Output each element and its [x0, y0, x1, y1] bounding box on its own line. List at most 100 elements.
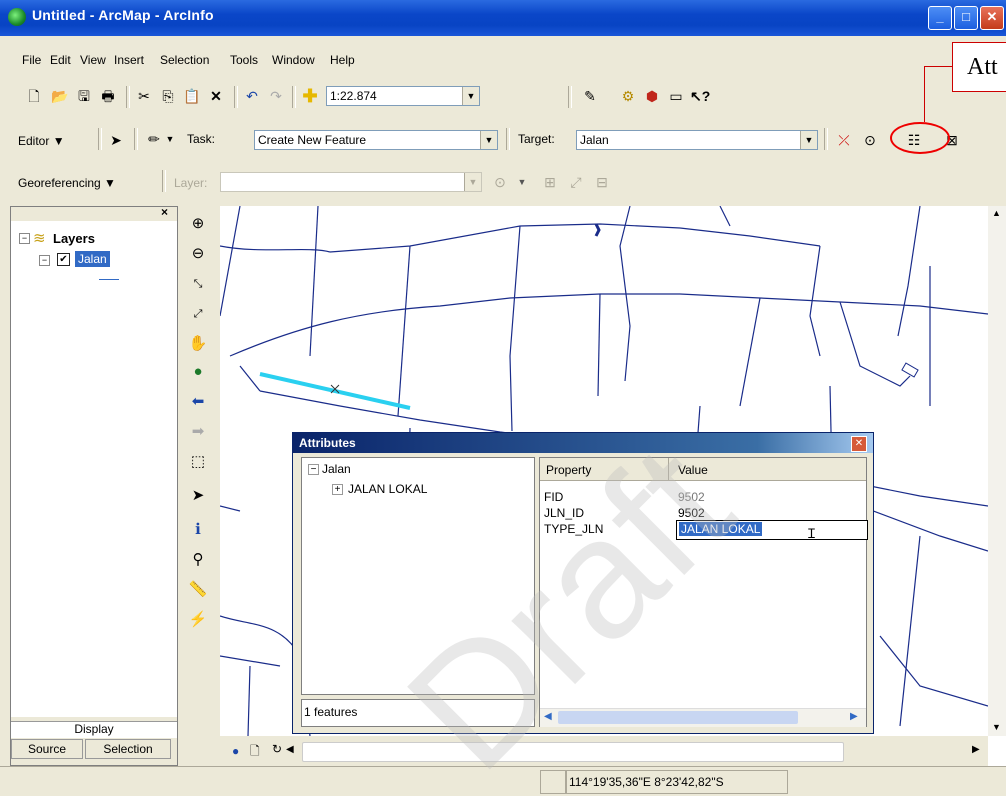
- layer-combo[interactable]: ▼: [220, 172, 482, 192]
- arctoolbox-icon[interactable]: ⬢: [642, 86, 662, 106]
- close-button[interactable]: ✕: [980, 6, 1004, 30]
- paste-icon[interactable]: 📋: [182, 86, 202, 106]
- editor-menu[interactable]: Editor ▼: [18, 134, 65, 148]
- expand-icon[interactable]: +: [332, 484, 343, 495]
- scroll-left-icon[interactable]: ◀: [544, 711, 552, 722]
- measure-icon[interactable]: 📏: [188, 580, 208, 600]
- grid-horizontal-scrollbar[interactable]: ◀ ▶: [540, 708, 866, 727]
- target-value: Jalan: [580, 133, 609, 147]
- layer-visibility-checkbox[interactable]: ✔: [57, 253, 70, 266]
- forward-arrow-icon[interactable]: ➡: [188, 422, 208, 442]
- undo-icon[interactable]: ↶: [242, 86, 262, 106]
- select-elements-icon[interactable]: ➤: [188, 486, 208, 506]
- task-label: Task:: [187, 132, 216, 146]
- close-icon[interactable]: ✕: [851, 436, 867, 452]
- copy-icon[interactable]: ⎘: [158, 86, 178, 106]
- toc-layer-jalan[interactable]: Jalan: [75, 251, 110, 267]
- full-extent-icon[interactable]: ●: [188, 362, 208, 382]
- map-scale-value: 1:22.874: [330, 89, 377, 103]
- add-control-points-icon[interactable]: ⤢: [566, 172, 586, 192]
- scroll-down-icon[interactable]: ▼: [992, 722, 1001, 732]
- scroll-left-icon[interactable]: ◀: [286, 744, 294, 755]
- chevron-down-icon[interactable]: ▼: [480, 131, 497, 149]
- toc-root-layers[interactable]: Layers: [53, 231, 95, 246]
- fixed-zoom-in-icon[interactable]: ⤡: [188, 274, 208, 294]
- chevron-down-icon[interactable]: ▼: [512, 172, 532, 192]
- menu-selection[interactable]: Selection: [160, 53, 209, 67]
- cut-icon[interactable]: ✂: [134, 86, 154, 106]
- hyperlink-icon[interactable]: ⚡: [188, 610, 208, 630]
- new-document-icon[interactable]: 🗋: [24, 86, 44, 106]
- menu-window[interactable]: Window: [272, 53, 315, 67]
- map-scale-combo[interactable]: 1:22.874 ▼: [326, 86, 480, 106]
- zoom-in-icon[interactable]: ⊕: [188, 214, 208, 234]
- tree-child[interactable]: JALAN LOKAL: [348, 482, 427, 496]
- open-folder-icon[interactable]: 📂: [50, 86, 70, 106]
- chevron-down-icon[interactable]: ▼: [800, 131, 817, 149]
- refresh-icon[interactable]: ↻: [272, 742, 282, 756]
- scroll-right-icon[interactable]: ▶: [972, 744, 980, 755]
- whats-this-help-icon[interactable]: ↖?: [690, 86, 710, 106]
- identify-icon[interactable]: ℹ: [188, 520, 208, 540]
- georeferencing-menu[interactable]: Georeferencing ▼: [18, 176, 116, 190]
- map-vertical-scrollbar[interactable]: ▲ ▼: [988, 206, 1006, 736]
- sketch-tool-dropdown-icon[interactable]: ▼: [160, 129, 180, 149]
- menu-view[interactable]: View: [80, 53, 106, 67]
- grid-header: Property Value: [540, 458, 866, 481]
- print-icon[interactable]: 🖶: [98, 86, 118, 106]
- horizontal-scroll-thumb[interactable]: [302, 742, 844, 762]
- layout-view-icon[interactable]: 🗋: [250, 742, 260, 763]
- value-edit-field[interactable]: JALAN LOKAL Ｉ: [676, 520, 868, 541]
- maximize-button[interactable]: □: [954, 6, 978, 30]
- rotate-tool-icon[interactable]: ⊙: [860, 130, 880, 150]
- task-combo[interactable]: Create New Feature ▼: [254, 130, 498, 150]
- chevron-down-icon[interactable]: ▼: [462, 87, 479, 105]
- find-binoculars-icon[interactable]: ⚲: [188, 550, 208, 570]
- data-view-icon[interactable]: ●: [232, 744, 239, 758]
- menu-file[interactable]: File: [22, 53, 41, 67]
- add-data-icon[interactable]: ✚: [300, 86, 320, 106]
- text-cursor-icon: Ｉ: [805, 526, 819, 541]
- tab-selection[interactable]: Selection: [85, 739, 171, 759]
- zoom-out-icon[interactable]: ⊖: [188, 244, 208, 264]
- delete-icon[interactable]: ✕: [206, 86, 226, 106]
- menu-edit[interactable]: Edit: [50, 53, 71, 67]
- menu-help[interactable]: Help: [330, 53, 355, 67]
- tab-source[interactable]: Source: [11, 739, 83, 759]
- collapse-icon[interactable]: −: [39, 255, 50, 266]
- target-combo[interactable]: Jalan ▼: [576, 130, 818, 150]
- fit-to-display-icon[interactable]: ⊞: [540, 172, 560, 192]
- menu-insert[interactable]: Insert: [114, 53, 144, 67]
- back-arrow-icon[interactable]: ⬅: [188, 392, 208, 412]
- pan-icon[interactable]: ✋: [188, 334, 208, 354]
- editor-toolbar-icon[interactable]: ✎: [580, 86, 600, 106]
- save-icon[interactable]: 🖫: [74, 86, 94, 106]
- chevron-down-icon[interactable]: ▼: [464, 173, 481, 191]
- row-property: FID: [544, 490, 564, 504]
- tree-root[interactable]: Jalan: [322, 462, 351, 476]
- layer-symbol-line: [99, 279, 119, 280]
- minimize-button[interactable]: _: [928, 6, 952, 30]
- arccatalog-icon[interactable]: ⚙: [618, 86, 638, 106]
- link-table-icon[interactable]: ⊟: [592, 172, 612, 192]
- redo-icon[interactable]: ↷: [266, 86, 286, 106]
- scroll-up-icon[interactable]: ▲: [992, 208, 1001, 218]
- row-value: 9502: [678, 506, 705, 520]
- menu-tools[interactable]: Tools: [230, 53, 258, 67]
- callout-box: Att: [952, 42, 1006, 92]
- tab-display[interactable]: Display: [11, 721, 177, 738]
- row-value-selected: JALAN LOKAL: [679, 522, 763, 536]
- rotate-georef-icon[interactable]: ⊙: [490, 172, 510, 192]
- select-features-icon[interactable]: ⬚: [188, 452, 208, 472]
- fixed-zoom-out-icon[interactable]: ⤢: [188, 304, 208, 324]
- split-tool-icon[interactable]: ⤫: [834, 130, 854, 150]
- row-property: TYPE_JLN: [544, 522, 604, 536]
- collapse-icon[interactable]: −: [19, 233, 30, 244]
- grid-scroll-thumb[interactable]: [558, 711, 798, 724]
- coordinates-readout: 114°19'35,36"E 8°23'42,82"S: [569, 775, 724, 789]
- edit-tool-arrow-icon[interactable]: ➤: [106, 130, 126, 150]
- scroll-right-icon[interactable]: ▶: [850, 711, 858, 722]
- command-line-icon[interactable]: ▭: [666, 86, 686, 106]
- close-icon[interactable]: ×: [161, 205, 168, 219]
- collapse-icon[interactable]: −: [308, 464, 319, 475]
